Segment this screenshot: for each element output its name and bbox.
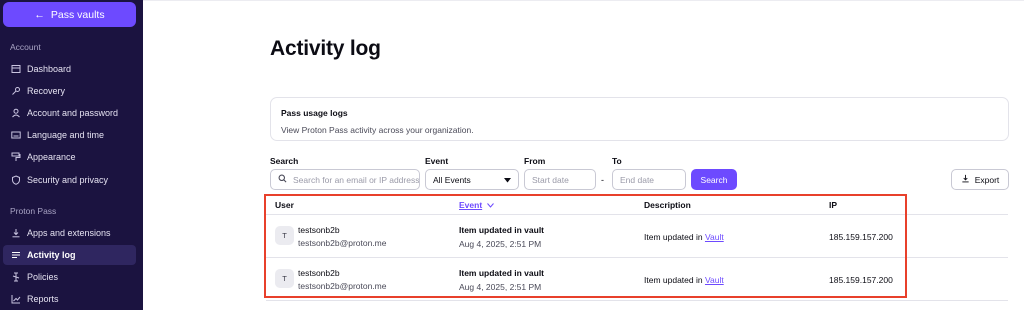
sidebar-item-label: Recovery bbox=[27, 86, 66, 96]
search-label: Search bbox=[270, 156, 299, 166]
sidebar-item-recovery[interactable]: Recovery bbox=[3, 81, 136, 101]
search-icon bbox=[278, 174, 287, 185]
event-time: Aug 4, 2025, 2:51 PM bbox=[459, 239, 542, 249]
search-button[interactable]: Search bbox=[691, 169, 737, 190]
event-title: Item updated in vault bbox=[459, 268, 545, 278]
event-time: Aug 4, 2025, 2:51 PM bbox=[459, 282, 542, 292]
vault-link[interactable]: Vault bbox=[705, 232, 724, 242]
sidebar-item-language-and-time[interactable]: Language and time bbox=[3, 125, 136, 145]
sidebar: ← Pass vaults Account Dashboard Recovery… bbox=[0, 0, 143, 310]
shield-icon bbox=[11, 175, 21, 185]
card-description: View Proton Pass activity across your or… bbox=[281, 125, 474, 135]
top-divider bbox=[143, 0, 1024, 1]
end-date-placeholder: End date bbox=[620, 174, 655, 185]
page-title: Activity log bbox=[270, 37, 381, 60]
sidebar-item-apps-and-extensions[interactable]: Apps and extensions bbox=[3, 223, 136, 243]
sidebar-item-reports[interactable]: Reports bbox=[3, 289, 136, 309]
back-to-pass-vaults-button[interactable]: ← Pass vaults bbox=[3, 2, 136, 27]
caret-down-icon bbox=[504, 175, 511, 185]
sidebar-item-activity-log[interactable]: Activity log bbox=[3, 245, 136, 265]
section-label-proton-pass: Proton Pass bbox=[10, 206, 57, 216]
policy-icon bbox=[11, 272, 21, 282]
event-title: Item updated in vault bbox=[459, 225, 545, 235]
table-row: T testsonb2b testsonb2b@proton.me Item u… bbox=[266, 215, 1008, 258]
sidebar-item-label: Account and password bbox=[27, 108, 119, 118]
sidebar-item-label: Dashboard bbox=[27, 64, 72, 74]
user-email: testsonb2b@proton.me bbox=[298, 238, 387, 248]
sidebar-item-policies[interactable]: Policies bbox=[3, 267, 136, 287]
ip-address: 185.159.157.200 bbox=[829, 232, 893, 242]
end-date-input[interactable]: End date bbox=[612, 169, 686, 190]
list-icon bbox=[11, 250, 21, 260]
card-title: Pass usage logs bbox=[281, 108, 348, 118]
download-icon bbox=[11, 228, 21, 238]
avatar: T bbox=[275, 226, 294, 245]
section-label-account: Account bbox=[10, 42, 41, 52]
back-button-label: Pass vaults bbox=[50, 8, 105, 21]
sidebar-item-label: Reports bbox=[27, 294, 59, 304]
avatar: T bbox=[275, 269, 294, 288]
dashboard-icon bbox=[11, 64, 21, 74]
event-description: Item updated in Vault bbox=[644, 275, 724, 285]
table-row: T testsonb2b testsonb2b@proton.me Item u… bbox=[266, 258, 1008, 301]
event-select[interactable]: All Events bbox=[425, 169, 519, 190]
search-placeholder: Search for an email or IP address bbox=[293, 174, 420, 185]
column-header-event-label: Event bbox=[459, 200, 483, 210]
export-button[interactable]: Export bbox=[951, 169, 1009, 190]
start-date-input[interactable]: Start date bbox=[524, 169, 596, 190]
sidebar-item-label: Security and privacy bbox=[27, 175, 109, 185]
chart-icon bbox=[11, 294, 21, 304]
sidebar-item-security-and-privacy[interactable]: Security and privacy bbox=[3, 170, 136, 190]
event-label: Event bbox=[425, 156, 449, 166]
user-name: testsonb2b bbox=[298, 268, 340, 278]
column-header-description: Description bbox=[644, 200, 691, 210]
column-header-event[interactable]: Event bbox=[459, 200, 495, 210]
keyboard-icon bbox=[11, 130, 21, 140]
table-header: User Event Description IP bbox=[266, 194, 1008, 215]
description-text: Item updated in bbox=[644, 275, 705, 285]
date-range-separator: - bbox=[601, 175, 604, 185]
pass-usage-logs-card: Pass usage logs View Proton Pass activit… bbox=[270, 97, 1009, 141]
chevron-down-icon bbox=[487, 200, 495, 210]
to-label: To bbox=[612, 156, 622, 166]
sidebar-item-label: Language and time bbox=[27, 130, 105, 140]
activity-table: User Event Description IP T testsonb2b t… bbox=[266, 194, 1008, 301]
user-name: testsonb2b bbox=[298, 225, 340, 235]
sidebar-item-label: Policies bbox=[27, 272, 59, 282]
sidebar-item-appearance[interactable]: Appearance bbox=[3, 147, 136, 167]
user-icon bbox=[11, 108, 21, 118]
ip-address: 185.159.157.200 bbox=[829, 275, 893, 285]
column-header-user: User bbox=[275, 200, 294, 210]
sidebar-item-dashboard[interactable]: Dashboard bbox=[3, 59, 136, 79]
sidebar-item-account-and-password[interactable]: Account and password bbox=[3, 103, 136, 123]
sidebar-item-label: Activity log bbox=[27, 250, 76, 260]
search-input[interactable]: Search for an email or IP address bbox=[270, 169, 420, 190]
user-email: testsonb2b@proton.me bbox=[298, 281, 387, 291]
key-icon bbox=[11, 86, 21, 96]
sidebar-item-label: Apps and extensions bbox=[27, 228, 111, 238]
event-select-value: All Events bbox=[433, 174, 471, 185]
paint-roller-icon bbox=[11, 152, 21, 162]
event-description: Item updated in Vault bbox=[644, 232, 724, 242]
arrow-left-icon: ← bbox=[34, 8, 45, 21]
start-date-placeholder: Start date bbox=[532, 174, 569, 185]
export-button-label: Export bbox=[974, 174, 1000, 185]
column-header-ip: IP bbox=[829, 200, 838, 210]
description-text: Item updated in bbox=[644, 232, 705, 242]
sidebar-item-label: Appearance bbox=[27, 152, 76, 162]
from-label: From bbox=[524, 156, 546, 166]
download-icon bbox=[961, 174, 970, 185]
vault-link[interactable]: Vault bbox=[705, 275, 724, 285]
